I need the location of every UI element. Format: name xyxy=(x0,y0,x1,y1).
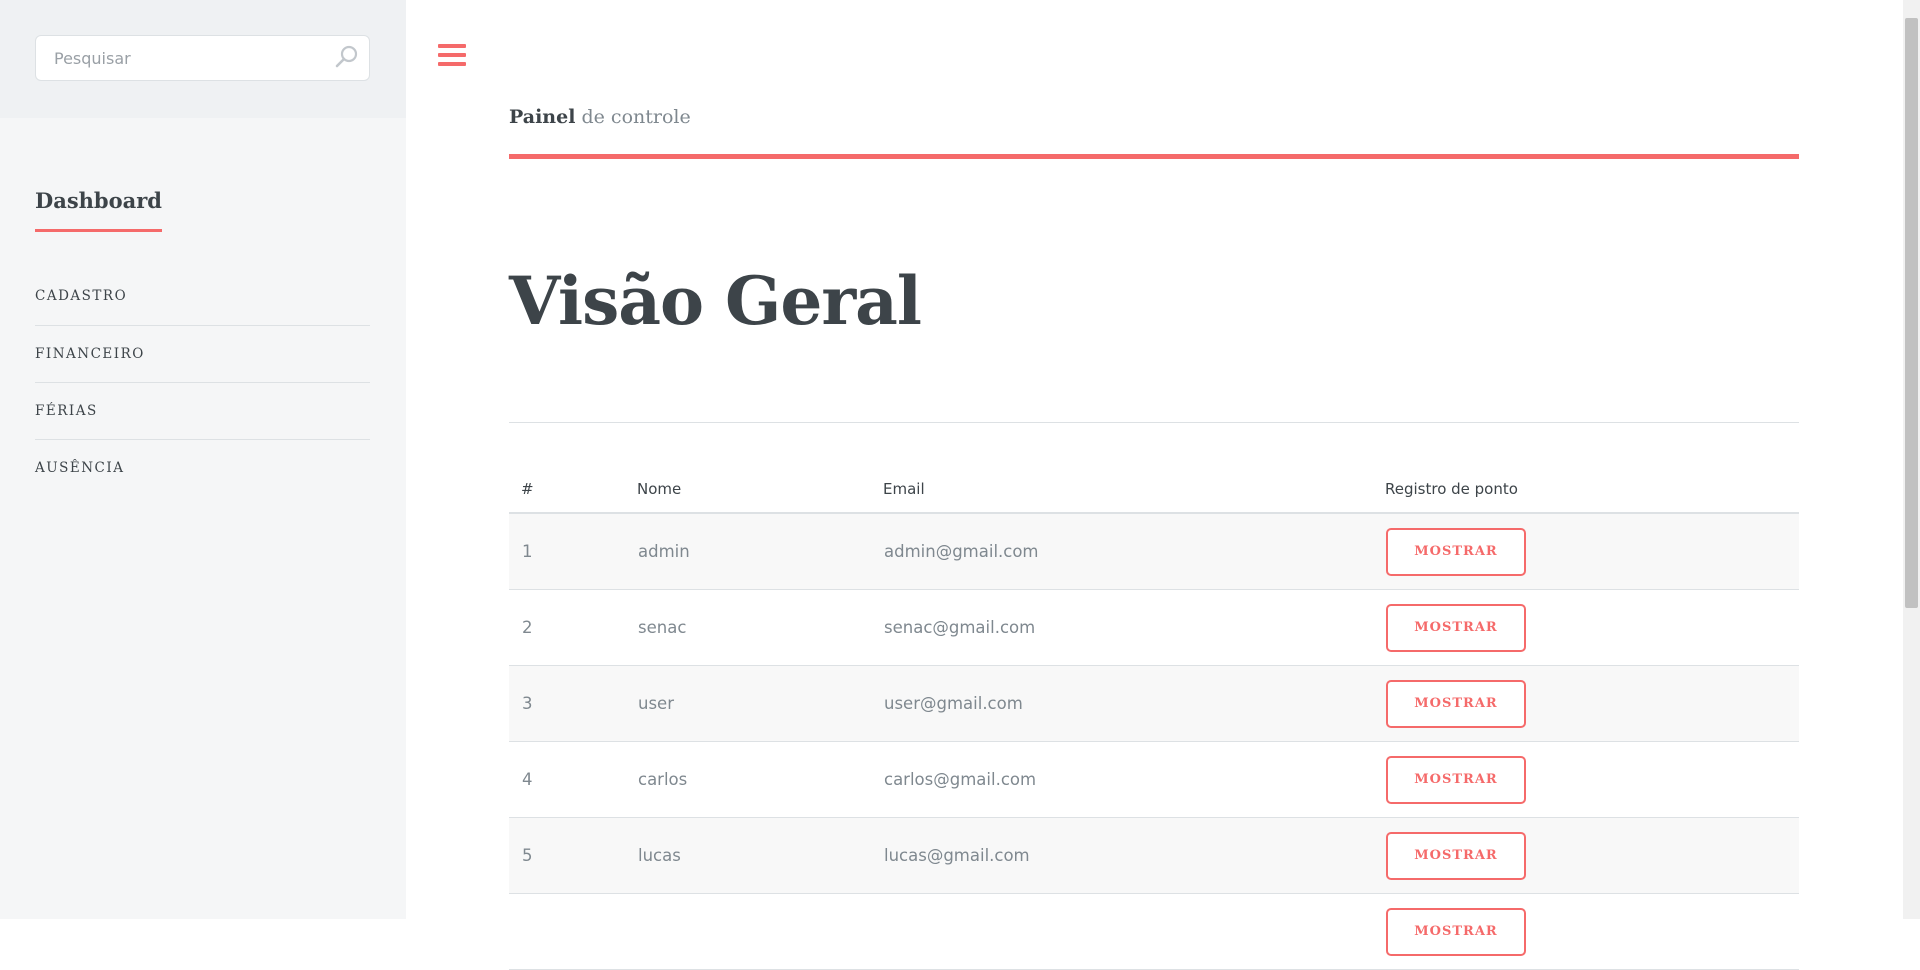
sidebar-item-cadastro[interactable]: CADASTRO xyxy=(35,268,370,325)
show-button[interactable]: MOSTRAR xyxy=(1386,831,1526,880)
cell-id: 2 xyxy=(509,589,625,666)
sidebar-heading: Dashboard xyxy=(35,188,162,213)
cell-action: MOSTRAR xyxy=(1373,513,1799,590)
cell-action: MOSTRAR xyxy=(1373,817,1799,894)
cell-action: MOSTRAR xyxy=(1373,589,1799,666)
table-row: MOSTRAR xyxy=(509,893,1799,970)
sidebar-item-ferias[interactable]: FÉRIAS xyxy=(35,382,370,439)
column-header-name: Nome xyxy=(625,466,871,514)
search-icon[interactable] xyxy=(334,44,360,70)
hamburger-bar xyxy=(438,44,466,48)
cell-email: lucas@gmail.com xyxy=(871,817,1373,894)
show-button[interactable]: MOSTRAR xyxy=(1386,679,1526,728)
cell-action: MOSTRAR xyxy=(1373,665,1799,742)
search-area xyxy=(0,0,406,118)
table-row: 3 user user@gmail.com MOSTRAR xyxy=(509,665,1799,742)
cell-id: 5 xyxy=(509,817,625,894)
cell-id xyxy=(509,893,625,970)
table-header-row: # Nome Email Registro de ponto xyxy=(509,466,1799,514)
header-title-rest: de controle xyxy=(581,106,691,128)
column-header-id: # xyxy=(509,466,625,514)
cell-email: carlos@gmail.com xyxy=(871,741,1373,818)
cell-name: carlos xyxy=(625,741,871,818)
table-row: 1 admin admin@gmail.com MOSTRAR xyxy=(509,513,1799,590)
hamburger-menu-icon[interactable] xyxy=(438,44,466,72)
scrollbar-thumb[interactable] xyxy=(1905,18,1918,608)
hamburger-bar xyxy=(438,53,466,57)
content-divider xyxy=(509,422,1799,423)
cell-email: admin@gmail.com xyxy=(871,513,1373,590)
sidebar-item-financeiro[interactable]: FINANCEIRO xyxy=(35,325,370,382)
cell-action: MOSTRAR xyxy=(1373,741,1799,818)
hamburger-bar xyxy=(438,62,466,66)
sidebar-heading-underline xyxy=(35,229,162,232)
cell-name: admin xyxy=(625,513,871,590)
show-button[interactable]: MOSTRAR xyxy=(1386,755,1526,804)
cell-action: MOSTRAR xyxy=(1373,893,1799,970)
cell-name: senac xyxy=(625,589,871,666)
page-title: Visão Geral xyxy=(509,262,922,340)
cell-id: 4 xyxy=(509,741,625,818)
show-button[interactable]: MOSTRAR xyxy=(1386,527,1526,576)
show-button[interactable]: MOSTRAR xyxy=(1386,603,1526,652)
table-row: 4 carlos carlos@gmail.com MOSTRAR xyxy=(509,741,1799,818)
show-button[interactable]: MOSTRAR xyxy=(1386,907,1526,956)
cell-email: senac@gmail.com xyxy=(871,589,1373,666)
users-table: # Nome Email Registro de ponto 1 admin a… xyxy=(509,466,1799,970)
cell-id: 3 xyxy=(509,665,625,742)
table-row: 2 senac senac@gmail.com MOSTRAR xyxy=(509,589,1799,666)
header-title: Painel de controle xyxy=(509,106,691,128)
cell-name: lucas xyxy=(625,817,871,894)
sidebar-menu: CADASTRO FINANCEIRO FÉRIAS AUSÊNCIA xyxy=(35,268,370,496)
cell-name: user xyxy=(625,665,871,742)
column-header-email: Email xyxy=(871,466,1373,514)
header-title-bold: Painel xyxy=(509,106,576,128)
search-input[interactable] xyxy=(35,35,370,81)
cell-email xyxy=(871,893,1373,970)
table-row: 5 lucas lucas@gmail.com MOSTRAR xyxy=(509,817,1799,894)
cell-id: 1 xyxy=(509,513,625,590)
column-header-registro: Registro de ponto xyxy=(1373,466,1799,514)
cell-email: user@gmail.com xyxy=(871,665,1373,742)
sidebar: Dashboard CADASTRO FINANCEIRO FÉRIAS AUS… xyxy=(0,0,406,919)
header-divider xyxy=(509,154,1799,159)
cell-name xyxy=(625,893,871,970)
sidebar-item-ausencia[interactable]: AUSÊNCIA xyxy=(35,439,370,496)
